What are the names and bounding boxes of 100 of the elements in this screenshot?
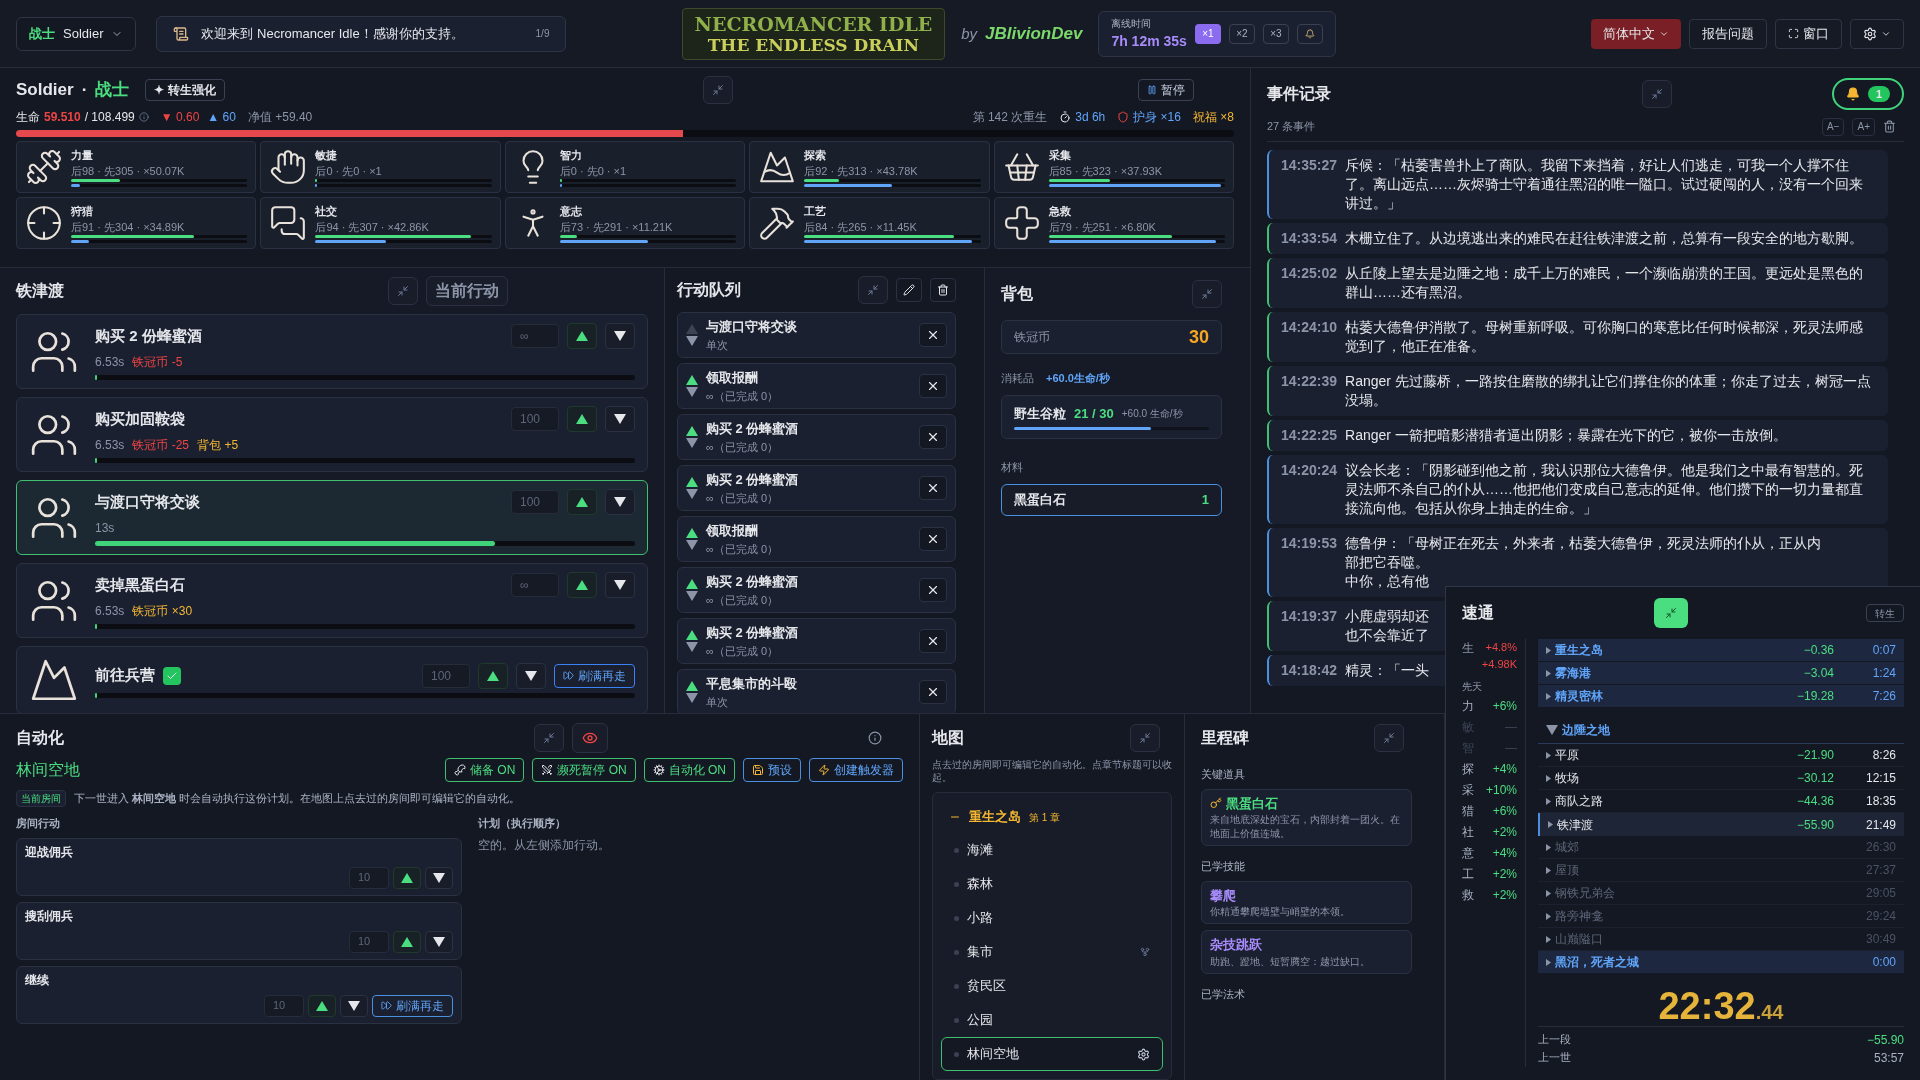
skill-card[interactable]: 探索 后92 · 先313 · ×43.78K	[749, 141, 990, 193]
map-room[interactable]: 森林	[941, 867, 1163, 901]
map-room[interactable]: 集市	[941, 935, 1163, 969]
room-action-card[interactable]: 搜刮佣兵 10	[16, 901, 462, 960]
log-time: 14:25:02	[1281, 264, 1338, 283]
action-button[interactable]: 预设	[743, 758, 801, 782]
queue-item[interactable]: 领取报酬 ∞（已完成 0）	[677, 516, 956, 562]
chapter-name: 重生之岛	[969, 808, 1021, 827]
room-action-card[interactable]: 迎战佣兵 10	[16, 837, 462, 896]
split-row[interactable]: 重生之岛 −0.36 0:07	[1538, 639, 1904, 662]
report-button[interactable]: 报告问题	[1689, 18, 1767, 49]
life-drain: ▼ 0.60	[160, 109, 200, 126]
skill-card[interactable]: 采集 后85 · 先323 · ×37.93K	[993, 141, 1234, 193]
action-button[interactable]: 创建触发器	[809, 758, 903, 782]
current-action-button[interactable]: 当前行动	[426, 276, 508, 306]
skill-card[interactable]: 狩猎 后91 · 先304 · ×34.89K	[16, 197, 257, 249]
skill-name: 意志	[559, 203, 583, 219]
split-row[interactable]: 铁津渡 −55.90 21:49	[1538, 813, 1904, 836]
window-button[interactable]: 窗口	[1775, 18, 1842, 49]
queue-item[interactable]: 与渡口守将交谈 单次	[677, 312, 956, 358]
speed-button[interactable]: ×2	[1228, 23, 1255, 44]
split-row[interactable]: 雾海港 −3.04 1:24	[1538, 662, 1904, 685]
map-room[interactable]: 林间空地	[941, 1037, 1163, 1071]
queue-item-name: 平息集市的斗殴	[706, 675, 798, 693]
item-name: 黑蛋白石	[1014, 490, 1067, 509]
queue-item-detail: 单次	[706, 337, 729, 353]
map-room[interactable]: 公园	[941, 1003, 1163, 1037]
action-card[interactable]: 前往兵营 100 刷满再走	[16, 646, 648, 713]
action-card[interactable]: 与渡口守将交谈 100 13s	[16, 480, 648, 555]
action-card[interactable]: 卖掉黑蛋白石 ∞ 6.53s 铁冠币 ×30	[16, 563, 648, 638]
refill-button[interactable]: 刷满再走	[554, 663, 635, 688]
section-label: 消耗品	[1001, 371, 1034, 386]
skill-stats: 后84 · 先265 · ×11.45K	[804, 221, 918, 234]
milestone-desc: 你精通攀爬墙壁与峭壁的本领。	[1210, 905, 1351, 919]
chapter-header[interactable]: 重生之岛 第 1 章	[941, 801, 1163, 833]
item-count: 1	[1201, 490, 1209, 509]
log-time: 14:20:24	[1281, 461, 1338, 480]
skill-name: 采集	[1048, 147, 1072, 163]
split-delta: −3.04	[1802, 665, 1834, 682]
section-label: 已学技能	[1201, 859, 1246, 874]
split-time: 0:07	[1871, 642, 1896, 659]
queue-item-name: 购买 2 份蜂蜜酒	[706, 471, 800, 489]
split-row[interactable]: 黑沼，死者之城 0:00	[1538, 951, 1904, 974]
room-name: 森林	[967, 875, 994, 894]
room-action-card[interactable]: 继续 10 刷满再走	[16, 965, 462, 1024]
material-item[interactable]: 黑蛋白石 1	[1001, 483, 1222, 516]
queue-item[interactable]: 购买 2 份蜂蜜酒 ∞（已完成 0）	[677, 414, 956, 460]
log-time: 14:33:54	[1281, 229, 1338, 248]
action-duration: 6.53s	[95, 603, 125, 620]
consumable-item[interactable]: 野生谷粒 21 / 30 +60.0 生命/秒	[1001, 394, 1222, 439]
skill-name: 力量	[71, 147, 94, 163]
split-name: 黑沼，死者之城	[1555, 954, 1640, 971]
skill-stats: 后98 · 先305 · ×50.07K	[71, 165, 186, 178]
skill-stats: 后94 · 先307 · ×42.86K	[315, 221, 430, 234]
log-text: 从丘陵上望去是边陲之地：成千上万的难民，一个濒临崩溃的王国。更远处是黑色的群山……还有黑沼。	[1345, 264, 1865, 302]
class-selector[interactable]: 战士 Soldier	[16, 16, 137, 51]
skill-card[interactable]: 急救 后79 · 先251 · ×6.80K	[993, 197, 1234, 249]
toggle-button[interactable]: 濒死暂停 ON	[532, 758, 636, 782]
split-time: 26:30	[1864, 839, 1896, 856]
queue-item[interactable]: 购买 2 份蜂蜜酒 ∞（已完成 0）	[677, 465, 956, 511]
plan-empty-text: 空的。从左侧添加行动。	[478, 836, 610, 854]
skill-card[interactable]: 社交 后94 · 先307 · ×42.86K	[260, 197, 501, 249]
split-delta: −30.12	[1795, 770, 1834, 787]
map-room[interactable]: 贫民区	[941, 969, 1163, 1003]
skill-stats: 后0 · 先0 · ×1	[315, 165, 383, 178]
toggle-button[interactable]: 储备 ON	[444, 758, 525, 782]
skill-card[interactable]: 智力 后0 · 先0 · ×1	[504, 141, 746, 193]
queue-item-detail: ∞（已完成 0）	[706, 439, 779, 455]
action-card[interactable]: 购买 2 份蜂蜜酒 ∞ 6.53s 铁冠币 -5	[16, 314, 648, 389]
font-larger-button[interactable]: A+	[1852, 117, 1875, 136]
split-row[interactable]: 牧场 −30.12 12:15	[1538, 767, 1904, 790]
queue-item[interactable]: 平息集市的斗殴 单次	[677, 669, 956, 713]
language-dropdown[interactable]: 简体中文	[1591, 18, 1681, 49]
refill-button[interactable]: 刷满再走	[372, 994, 453, 1017]
action-card[interactable]: 购买加固鞍袋 100 6.53s 铁冠币 -25 背包 +5	[16, 397, 648, 472]
rebirth-button[interactable]: 转生	[1866, 604, 1904, 622]
map-room[interactable]: 海滩	[941, 833, 1163, 867]
split-row[interactable]: 平原 −21.90 8:26	[1538, 744, 1904, 767]
room-action-name: 迎战佣兵	[25, 843, 74, 861]
run-timer: 22:32	[1658, 984, 1756, 1029]
pause-button[interactable]: 暂停	[1138, 79, 1194, 101]
speed-button[interactable]: ×1	[1194, 23, 1221, 44]
log-text: 精灵：「一头	[1345, 661, 1430, 680]
skill-card[interactable]: 意志 后73 · 先291 · ×11.21K	[504, 197, 746, 249]
rebirth-upgrade-button[interactable]: ✦ 转生强化	[145, 79, 225, 101]
event-count: 27 条事件	[1267, 119, 1317, 135]
section-label: 计划（执行顺序）	[478, 816, 567, 831]
skill-card[interactable]: 力量 后98 · 先305 · ×50.07K	[16, 141, 257, 193]
queue-item[interactable]: 购买 2 份蜂蜜酒 ∞（已完成 0）	[677, 618, 956, 664]
skill-card[interactable]: 工艺 后84 · 先265 · ×11.45K	[749, 197, 990, 249]
item-name: 野生谷粒	[1014, 404, 1066, 423]
toggle-button[interactable]: 自动化 ON	[643, 758, 735, 782]
split-row[interactable]: 精灵密林 −19.28 7:26	[1538, 685, 1904, 708]
skill-card[interactable]: 敏捷 后0 · 先0 · ×1	[260, 141, 501, 193]
queue-item[interactable]: 购买 2 份蜂蜜酒 ∞（已完成 0）	[677, 567, 956, 613]
map-room[interactable]: 小路	[941, 901, 1163, 935]
font-smaller-button[interactable]: A−	[1821, 117, 1845, 136]
chapter-header[interactable]: 边陲之地	[1538, 716, 1904, 744]
speed-button[interactable]: ×3	[1262, 23, 1289, 44]
queue-item[interactable]: 领取报酬 ∞（已完成 0）	[677, 363, 956, 409]
